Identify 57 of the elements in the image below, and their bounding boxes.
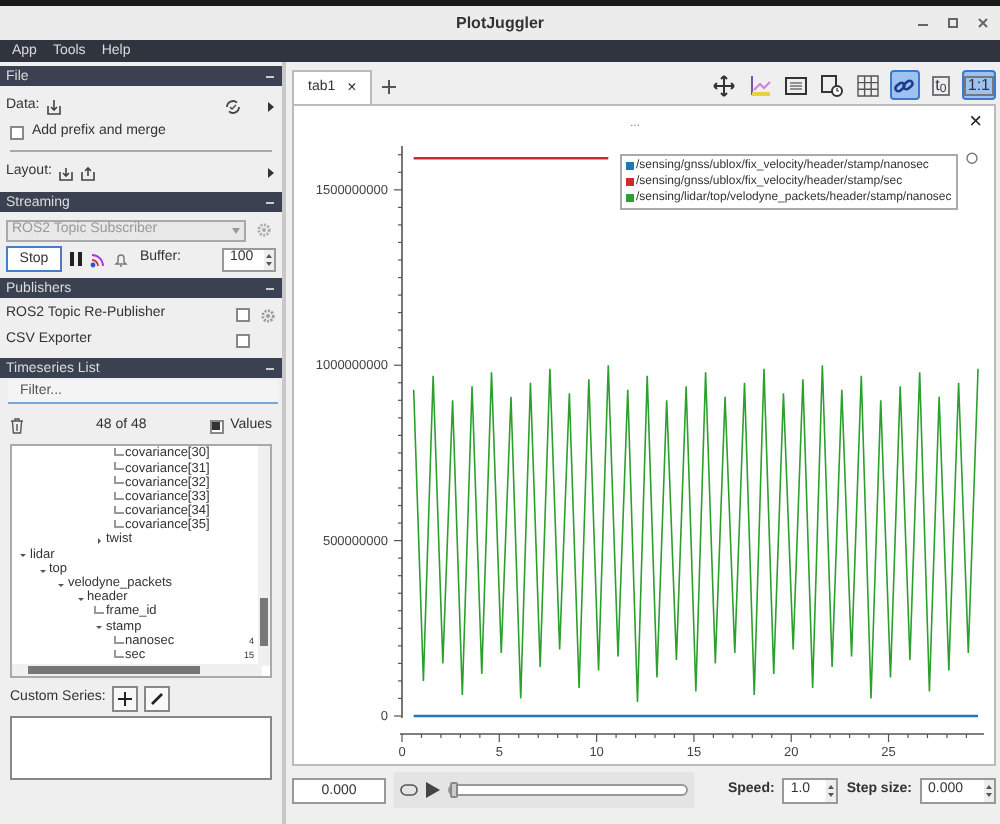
add-button[interactable] [111, 685, 138, 711]
spin-arrows-icon[interactable] [984, 779, 994, 801]
resize-handle[interactable] [966, 152, 978, 164]
close-icon[interactable] [978, 18, 988, 28]
clock-icon [820, 73, 845, 97]
save-icon[interactable] [79, 165, 96, 181]
expanded-arrow-icon[interactable] [94, 622, 104, 633]
expanded-arrow-icon[interactable] [56, 579, 66, 590]
toolbar-button[interactable]: 1:1 [961, 70, 996, 100]
load-icon[interactable] [45, 99, 62, 115]
expand-arrow-icon[interactable] [268, 168, 276, 178]
trash-icon[interactable] [10, 418, 24, 434]
expanded-arrow-icon[interactable] [37, 565, 47, 576]
toolbar-button[interactable]: t$_{0}$ [925, 70, 956, 100]
minimize-icon[interactable] [918, 18, 928, 28]
maximize-icon[interactable] [948, 18, 958, 28]
expanded-arrow-icon[interactable] [75, 593, 85, 604]
refresh-icon[interactable] [224, 98, 242, 116]
window-title: PlotJuggler [456, 12, 545, 36]
list-icon [784, 73, 809, 97]
time-slider[interactable] [448, 784, 688, 796]
spin-arrows-icon[interactable] [826, 779, 837, 801]
expand-arrow-icon[interactable] [268, 102, 276, 112]
play-icon[interactable] [426, 782, 440, 798]
tab-close-button[interactable]: × [347, 76, 357, 100]
vertical-scrollbar[interactable] [258, 446, 270, 666]
spin-arrows-icon[interactable] [264, 249, 274, 269]
toolbar-button[interactable] [853, 70, 884, 100]
toolbar-button[interactable] [817, 70, 848, 100]
collapse-icon[interactable] [266, 365, 276, 371]
collapse-icon[interactable] [266, 285, 276, 291]
plot-close-button[interactable]: × [969, 112, 982, 134]
horizontal-scrollbar[interactable] [12, 664, 262, 676]
load-icon[interactable] [57, 165, 74, 181]
pencil-icon [149, 691, 164, 705]
signal-icon[interactable] [90, 251, 106, 267]
collapsed-arrow-icon[interactable] [94, 536, 104, 547]
checkbox[interactable] [236, 308, 250, 322]
link-icon [892, 73, 917, 97]
checkbox[interactable] [210, 419, 225, 433]
pause-icon[interactable] [70, 252, 82, 266]
plus-icon[interactable] [382, 80, 397, 94]
collapse-icon[interactable] [266, 73, 276, 79]
expanded-arrow-icon[interactable] [18, 550, 28, 561]
toolbar-button[interactable] [709, 70, 740, 100]
bell-icon[interactable] [114, 251, 128, 267]
edit-button[interactable] [143, 685, 170, 711]
plus-icon [117, 691, 132, 705]
dropdown-arrow-icon [232, 227, 240, 233]
toolbar-button[interactable] [889, 70, 920, 100]
checkbox[interactable] [10, 126, 24, 140]
collapse-icon[interactable] [266, 199, 276, 205]
chart-axes-icon [748, 73, 773, 97]
grid-icon [856, 73, 881, 97]
checkbox[interactable] [236, 334, 250, 348]
loop-icon[interactable] [400, 784, 418, 796]
move-icon [712, 73, 737, 97]
